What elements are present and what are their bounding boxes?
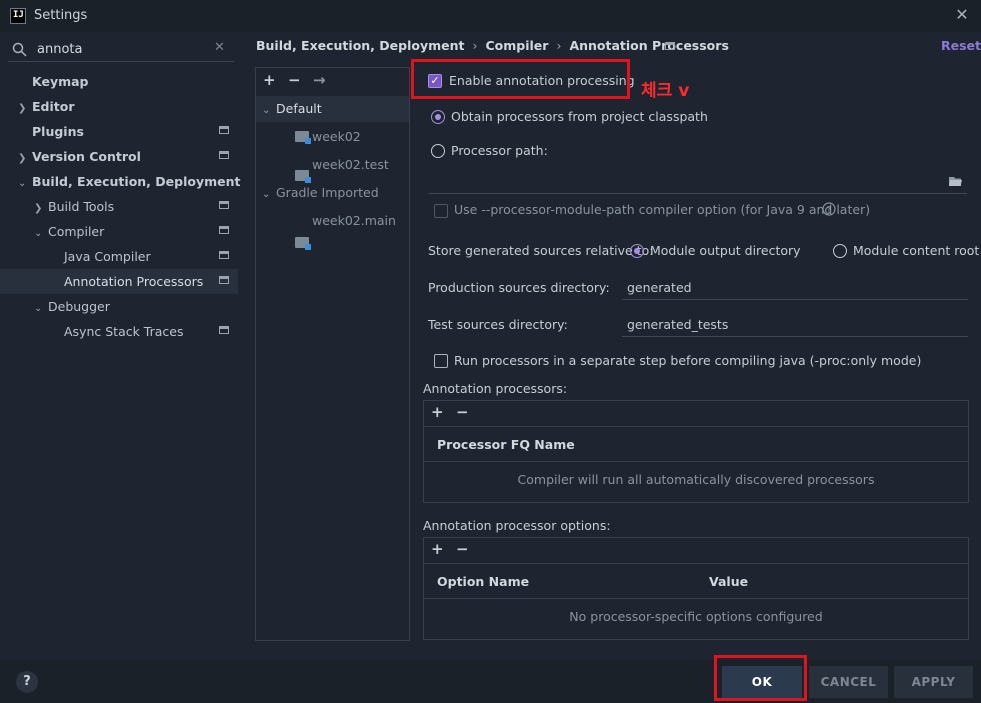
- obtain-from-classpath-radio[interactable]: [431, 110, 445, 124]
- project-settings-icon: [219, 151, 229, 159]
- sidebar-item-debugger[interactable]: ⌄ Debugger: [34, 294, 110, 319]
- move-profile-button[interactable]: →: [313, 71, 326, 89]
- help-tooltip-icon[interactable]: ?: [822, 202, 836, 216]
- production-sources-input[interactable]: generated: [627, 280, 692, 295]
- sidebar-item-build-tools[interactable]: ❯ Build Tools: [34, 194, 114, 219]
- module-folder-icon: [295, 237, 311, 250]
- project-settings-icon: [219, 251, 229, 259]
- processor-path-input[interactable]: [429, 193, 967, 194]
- store-relative-label: Store generated sources relative to:: [428, 243, 654, 258]
- cancel-button[interactable]: CANCEL: [809, 666, 888, 698]
- chevron-down-icon[interactable]: ⌄: [18, 171, 30, 196]
- processors-empty-text: Compiler will run all automatically disc…: [517, 472, 875, 487]
- remove-profile-button[interactable]: −: [288, 71, 301, 89]
- sidebar-item-plugins[interactable]: Plugins: [32, 119, 84, 144]
- add-option-button[interactable]: +: [431, 540, 444, 558]
- sidebar-item-label: Build, Execution, Deployment: [32, 174, 241, 189]
- module-path-label: Use --processor-module-path compiler opt…: [454, 202, 871, 217]
- sidebar-item-compiler[interactable]: ⌄ Compiler: [34, 219, 104, 244]
- run-separate-step-label[interactable]: Run processors in a separate step before…: [454, 353, 921, 368]
- reset-link[interactable]: Reset: [941, 38, 981, 53]
- module-path-checkbox[interactable]: [434, 204, 448, 218]
- search-icon: [12, 42, 27, 57]
- processor-path-label[interactable]: Processor path:: [451, 143, 548, 158]
- sidebar-item-label: Build Tools: [48, 199, 115, 214]
- breadcrumb-item: Annotation Processors: [569, 38, 729, 53]
- sidebar-item-editor[interactable]: ❯ Editor: [18, 94, 75, 119]
- handwritten-annotation-text: 체크 v: [641, 81, 690, 101]
- sidebar-item-keymap[interactable]: Keymap: [32, 69, 89, 94]
- processor-fq-name-header[interactable]: Processor FQ Name: [437, 437, 575, 452]
- chevron-right-icon[interactable]: ❯: [34, 196, 46, 221]
- breadcrumb-item[interactable]: Build, Execution, Deployment: [256, 38, 464, 53]
- chevron-right-icon[interactable]: ❯: [18, 96, 30, 121]
- production-sources-label: Production sources directory:: [428, 280, 610, 295]
- test-sources-underline: [622, 336, 968, 337]
- intellij-app-icon: IJ: [10, 8, 26, 24]
- profile-module-week02-main[interactable]: week02.main: [312, 208, 396, 233]
- production-sources-underline: [622, 299, 968, 300]
- chevron-down-icon[interactable]: ⌄: [262, 182, 274, 207]
- add-processor-button[interactable]: +: [431, 403, 444, 421]
- profile-module-week02-test[interactable]: week02.test: [312, 152, 389, 177]
- apply-button[interactable]: APPLY: [894, 666, 973, 698]
- profile-module-week02[interactable]: week02: [312, 124, 361, 149]
- test-sources-label: Test sources directory:: [428, 317, 568, 332]
- sidebar-item-label: Version Control: [32, 149, 141, 164]
- sidebar-item-annotation-processors[interactable]: Annotation Processors: [64, 269, 203, 294]
- help-button[interactable]: ?: [16, 671, 38, 693]
- sidebar-item-build-execution-deployment[interactable]: ⌄ Build, Execution, Deployment: [18, 169, 240, 194]
- obtain-from-classpath-label[interactable]: Obtain processors from project classpath: [451, 109, 708, 124]
- chevron-down-icon[interactable]: ⌄: [34, 296, 46, 321]
- clear-search-icon[interactable]: ✕: [214, 40, 225, 55]
- highlight-annotation-box: [411, 59, 630, 99]
- breadcrumb-item[interactable]: Compiler: [485, 38, 548, 53]
- highlight-ok-box: [714, 655, 807, 701]
- sidebar-item-version-control[interactable]: ❯ Version Control: [18, 144, 141, 169]
- chevron-right-icon[interactable]: ❯: [18, 146, 30, 171]
- remove-processor-button[interactable]: −: [456, 403, 469, 421]
- annotation-processors-title: Annotation processors:: [423, 381, 568, 396]
- run-separate-step-checkbox[interactable]: [434, 354, 448, 368]
- sidebar-item-label: Compiler: [48, 224, 105, 239]
- close-icon[interactable]: ✕: [951, 4, 973, 26]
- project-settings-icon: [219, 326, 229, 334]
- option-value-header[interactable]: Value: [709, 574, 748, 589]
- module-output-label[interactable]: Module output directory: [650, 243, 801, 258]
- sidebar-item-async-stack-traces[interactable]: Async Stack Traces: [64, 319, 183, 344]
- window-title: Settings: [34, 8, 88, 23]
- module-folder-icon: [295, 131, 311, 144]
- breadcrumb: Build, Execution, Deployment › Compiler › An…: [256, 38, 729, 53]
- processor-options-title: Annotation processor options:: [423, 518, 611, 533]
- project-settings-icon: [219, 201, 229, 209]
- option-name-header[interactable]: Option Name: [437, 574, 529, 589]
- profile-item-gradle-imported[interactable]: ⌄ Gradle Imported: [262, 180, 379, 205]
- sidebar-item-label: Editor: [32, 99, 75, 114]
- folder-browse-icon[interactable]: [948, 175, 963, 187]
- profile-label: Gradle Imported: [276, 185, 379, 200]
- options-empty-text: No processor-specific options configured: [569, 609, 823, 624]
- chevron-down-icon[interactable]: ⌄: [34, 221, 46, 246]
- module-output-radio[interactable]: [630, 244, 644, 258]
- sidebar-item-java-compiler[interactable]: Java Compiler: [64, 244, 151, 269]
- profile-item-default[interactable]: ⌄ Default: [262, 96, 322, 121]
- add-profile-button[interactable]: +: [263, 71, 276, 89]
- module-content-root-radio[interactable]: [833, 244, 847, 258]
- profile-label: Default: [276, 101, 322, 116]
- title-bar: [0, 0, 981, 32]
- svg-text:?: ?: [827, 206, 832, 216]
- project-settings-icon: [665, 42, 675, 50]
- search-value[interactable]: annota: [37, 42, 82, 57]
- remove-option-button[interactable]: −: [456, 540, 469, 558]
- project-settings-icon: [219, 226, 229, 234]
- module-content-root-label[interactable]: Module content root: [853, 243, 979, 258]
- processor-path-radio[interactable]: [431, 144, 445, 158]
- project-settings-icon: [219, 276, 229, 284]
- chevron-down-icon[interactable]: ⌄: [262, 98, 274, 123]
- project-settings-icon: [219, 126, 229, 134]
- test-sources-input[interactable]: generated_tests: [627, 317, 728, 332]
- sidebar-item-label: Debugger: [48, 299, 110, 314]
